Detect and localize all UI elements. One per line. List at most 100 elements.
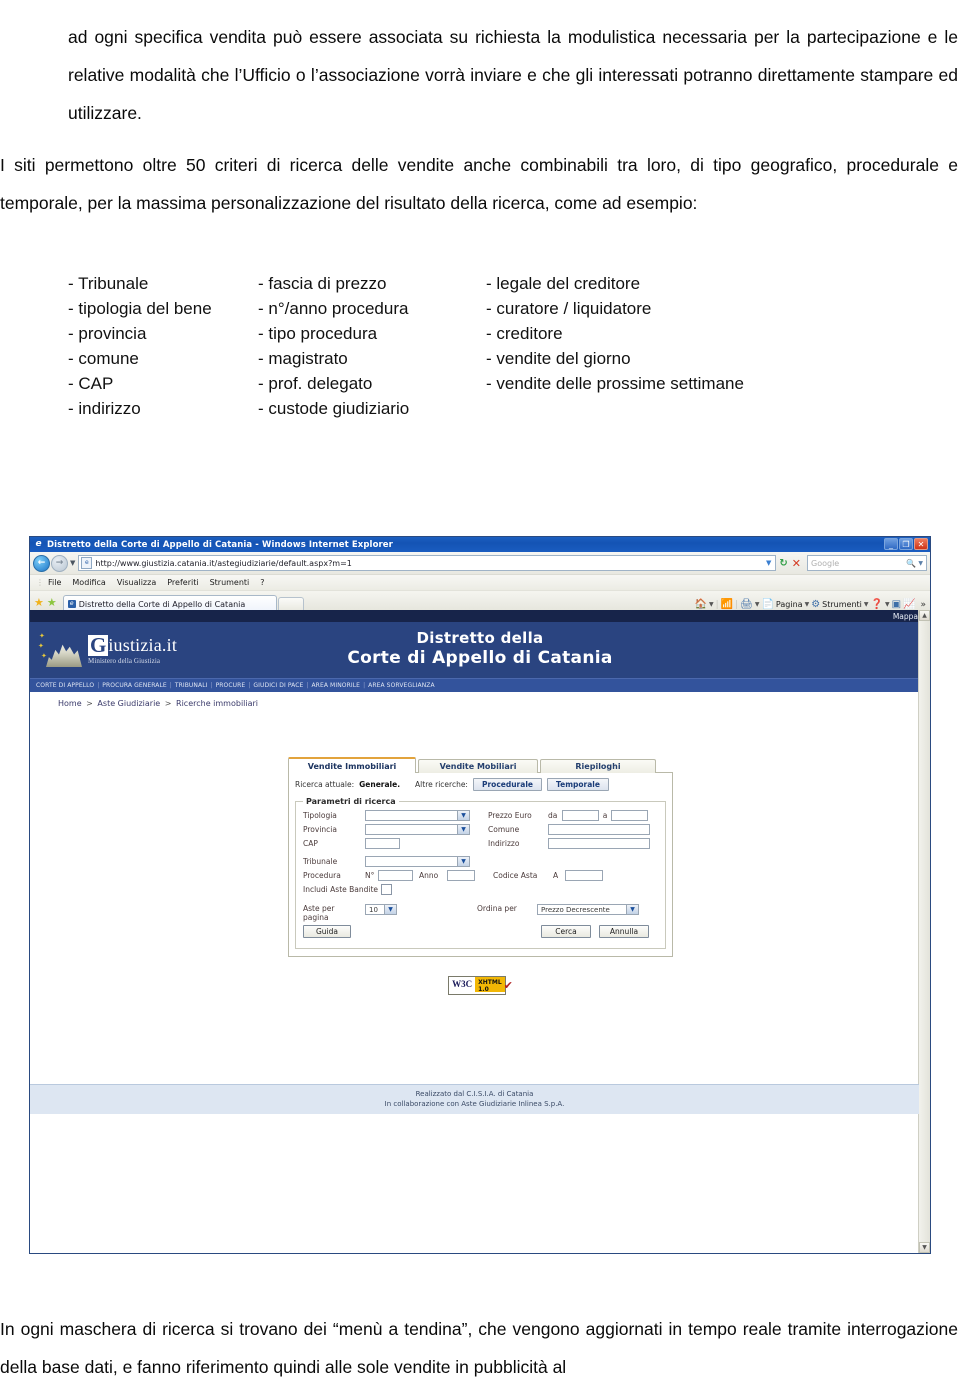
- breadcrumb-aste-giudiziarie[interactable]: Aste Giudiziarie: [97, 699, 160, 708]
- site-nav-item-procure[interactable]: PROCURE: [216, 682, 246, 689]
- browser-search-input[interactable]: Google 🔍 ▼: [807, 555, 927, 571]
- menu-item-help[interactable]: ?: [260, 578, 264, 587]
- label-aste-per-pagina: Aste per pagina: [303, 904, 335, 922]
- other-search-procedurale-button[interactable]: Procedurale: [472, 778, 542, 791]
- history-chevron-down-icon[interactable]: ▼: [70, 559, 75, 567]
- search-icon[interactable]: 🔍: [906, 559, 916, 568]
- label-cap: CAP: [303, 839, 318, 848]
- input-prezzo-a[interactable]: [611, 810, 648, 821]
- w3c-xhtml-badge[interactable]: W3C XHTML 1.0: [448, 976, 506, 995]
- minimize-button[interactable]: _: [884, 538, 898, 550]
- overflow-chevron-icon[interactable]: »: [920, 600, 926, 610]
- site-nav-item-procura-generale[interactable]: PROCURA GENERALE: [102, 682, 167, 689]
- cerca-button[interactable]: Cerca: [541, 925, 591, 938]
- select-tribunale[interactable]: ▼: [365, 856, 470, 867]
- chevron-down-icon[interactable]: ▼: [457, 825, 469, 834]
- tools-menu-button[interactable]: ⚙ Strumenti ▼: [811, 599, 868, 610]
- command-separator: |: [715, 599, 719, 610]
- tab-riepiloghi[interactable]: Riepiloghi: [540, 759, 656, 773]
- maximize-button[interactable]: ❐: [899, 538, 913, 550]
- input-procedura-anno[interactable]: [447, 870, 475, 881]
- label-includi-aste-bandite: Includi Aste Bandite: [303, 885, 379, 894]
- chevron-down-icon[interactable]: ▼: [457, 857, 469, 866]
- input-prezzo-da[interactable]: [562, 810, 599, 821]
- menu-item-preferiti[interactable]: Preferiti: [167, 578, 198, 587]
- help-icon[interactable]: ❓ ▼: [871, 599, 890, 610]
- menu-item-file[interactable]: File: [48, 578, 61, 587]
- refresh-icon[interactable]: ↻: [779, 558, 787, 569]
- logo-wordmark: iustizia.it: [108, 635, 178, 655]
- breadcrumb: Home > Aste Giudiziarie > Ricerche immob…: [30, 692, 930, 714]
- scroll-down-arrow-icon[interactable]: ▼: [919, 1242, 930, 1253]
- breadcrumb-home[interactable]: Home: [58, 699, 82, 708]
- other-search-temporale-button[interactable]: Temporale: [546, 778, 609, 791]
- chevron-down-icon[interactable]: ▼: [457, 811, 469, 820]
- input-cap[interactable]: [365, 838, 400, 849]
- home-icon[interactable]: 🏠 ▼: [695, 599, 714, 610]
- label-tipologia: Tipologia: [303, 811, 337, 820]
- search-chevron-down-icon[interactable]: ▼: [918, 560, 923, 567]
- scroll-up-arrow-icon[interactable]: ▲: [919, 610, 930, 621]
- back-arrow-icon[interactable]: ←: [33, 554, 50, 572]
- nav-separator: |: [97, 682, 100, 689]
- chevron-down-icon[interactable]: ▼: [384, 905, 396, 914]
- star-icon: ✦: [39, 632, 45, 640]
- input-procedura-numero[interactable]: [378, 870, 413, 881]
- menu-item-visualizza[interactable]: Visualizza: [117, 578, 156, 587]
- page-menu-button[interactable]: 📄 Pagina ▼: [761, 599, 809, 610]
- feeds-icon[interactable]: 📶: [721, 599, 733, 610]
- chevron-down-icon[interactable]: ▼: [626, 905, 638, 914]
- form-row-tribunale: Tribunale ▼: [303, 856, 658, 867]
- select-tipologia[interactable]: ▼: [365, 810, 470, 821]
- list-item: - custode giudiziario: [258, 399, 410, 418]
- label-codice-asta-a: A: [553, 871, 559, 880]
- page-favicon-icon: e: [81, 557, 93, 569]
- menu-item-modifica[interactable]: Modifica: [72, 578, 105, 587]
- label-prezzo-euro: Prezzo Euro: [488, 811, 532, 820]
- url-chevron-down-icon[interactable]: ▼: [766, 559, 771, 567]
- footer-line-2: In collaborazione con Aste Giudiziarie I…: [384, 1100, 565, 1108]
- list-item: - n°/anno procedura: [258, 299, 409, 318]
- favorites-star-icon[interactable]: ★: [34, 596, 44, 609]
- browser-menu-bar: ⋮ File Modifica Visualizza Preferiti Str…: [30, 575, 930, 591]
- page-scrollbar[interactable]: ▲ ▼: [918, 610, 930, 1253]
- select-aste-per-pagina[interactable]: 10 ▼: [365, 904, 397, 915]
- input-codice-asta[interactable]: [565, 870, 603, 881]
- menu-item-strumenti[interactable]: Strumenti: [210, 578, 250, 587]
- label-indirizzo: Indirizzo: [488, 839, 520, 848]
- add-favorite-icon[interactable]: ★: [47, 596, 57, 609]
- checkbox-includi-aste-bandite[interactable]: [381, 884, 393, 895]
- forward-arrow-icon[interactable]: →: [51, 554, 68, 572]
- research-icon[interactable]: 📈: [903, 599, 915, 610]
- print-icon[interactable]: 🖨 ▼: [740, 599, 759, 610]
- site-nav-item-tribunali[interactable]: TRIBUNALI: [175, 682, 208, 689]
- select-provincia[interactable]: ▼: [365, 824, 470, 835]
- stop-icon[interactable]: ✕: [792, 557, 801, 570]
- site-nav-item-giudici-di-pace[interactable]: GIUDICI DI PACE: [253, 682, 303, 689]
- form-row-aste-per-pagina: Aste per pagina 10 ▼ Ordina per Prezzo D…: [303, 904, 658, 922]
- mappa-link[interactable]: Mappa: [893, 612, 918, 621]
- site-nav-item-corte-di-appello[interactable]: CORTE DI APPELLO: [36, 682, 94, 689]
- site-nav-item-area-minorile[interactable]: AREA MINORILE: [311, 682, 360, 689]
- tab-vendite-immobiliari[interactable]: Vendite Immobiliari: [288, 757, 416, 773]
- internet-explorer-icon: e: [35, 539, 42, 549]
- close-button[interactable]: ✕: [914, 538, 928, 550]
- list-item: - creditore: [486, 324, 563, 343]
- label-codice-asta: Codice Asta: [493, 871, 538, 880]
- select-ordina-per[interactable]: Prezzo Decrescente ▼: [537, 904, 639, 915]
- select-aste-per-pagina-value: 10: [369, 905, 378, 914]
- annulla-button[interactable]: Annulla: [599, 925, 649, 938]
- input-indirizzo[interactable]: [548, 838, 650, 849]
- list-item: - magistrato: [258, 349, 348, 368]
- input-comune[interactable]: [548, 824, 650, 835]
- current-search-row: Ricerca attuale: Generale. Altre ricerch…: [295, 778, 666, 791]
- site-nav-item-area-sorveglianza[interactable]: AREA SORVEGLIANZA: [368, 682, 435, 689]
- list-item: - tipo procedura: [258, 324, 378, 343]
- current-search-label: Ricerca attuale:: [295, 780, 355, 789]
- tab-vendite-mobiliari[interactable]: Vendite Mobiliari: [418, 759, 538, 773]
- guida-button[interactable]: Guida: [303, 925, 351, 938]
- browser-command-bar: 🏠 ▼ | 📶 | 🖨 ▼ 📄 Pagina ▼ ⚙ Strumenti ▼ ❓ ▼ ▣ 📈 …: [695, 599, 926, 610]
- giustizia-logo[interactable]: ✦ ✦ ✦ Giustizia.it Ministero della Giust…: [30, 631, 177, 669]
- readmode-icon[interactable]: ▣: [892, 599, 901, 610]
- url-input[interactable]: e http://www.giustizia.catania.it/astegi…: [78, 555, 777, 571]
